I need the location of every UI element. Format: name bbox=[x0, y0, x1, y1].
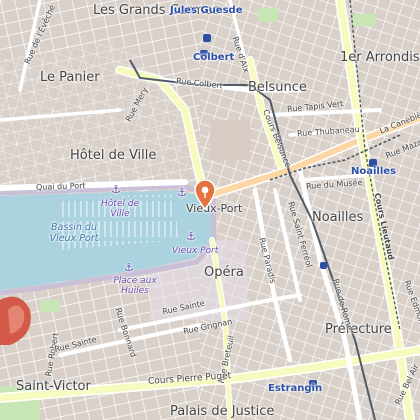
station-colbert[interactable]: Colbert bbox=[193, 52, 234, 63]
location-pin-icon[interactable] bbox=[194, 180, 216, 210]
district-premier: 1er Arrondissement bbox=[340, 50, 420, 65]
station-jules-guesde[interactable]: Jules Guesde bbox=[170, 5, 243, 16]
station-noailles[interactable]: Noailles bbox=[351, 166, 396, 177]
district-opera: Opéra bbox=[204, 265, 244, 280]
district-saint-victor: Saint-Victor bbox=[16, 379, 91, 394]
street-quai-port: Quai du Port bbox=[35, 181, 86, 192]
poi-vieux-port: Vieux Port bbox=[172, 246, 219, 256]
district-panier: Le Panier bbox=[40, 70, 100, 85]
district-noailles: Noailles bbox=[312, 210, 364, 225]
district-prefecture: Préfecture bbox=[325, 322, 392, 337]
poi-place-huiles: Place aux Huiles bbox=[113, 276, 157, 296]
anchor-icon: ⚓ bbox=[177, 186, 187, 199]
anchor-icon: ⚓ bbox=[186, 230, 196, 243]
map-canvas[interactable]: Les Grands Carmes Le Panier Hôtel de Vil… bbox=[0, 0, 420, 420]
water-bassin-vieux-port: Bassin du Vieux Port bbox=[49, 222, 99, 244]
district-hotel-de-ville: Hôtel de Ville bbox=[70, 148, 157, 163]
anchor-icon: ⚓ bbox=[124, 261, 134, 274]
station-estrangin[interactable]: Estrangin bbox=[268, 383, 322, 394]
poi-hotel-de-ville: Hôtel de Ville bbox=[101, 199, 139, 219]
anchor-icon: ⚓ bbox=[111, 183, 121, 196]
district-palais-justice: Palais de Justice bbox=[170, 404, 275, 419]
district-belsunce: Belsunce bbox=[248, 80, 307, 95]
